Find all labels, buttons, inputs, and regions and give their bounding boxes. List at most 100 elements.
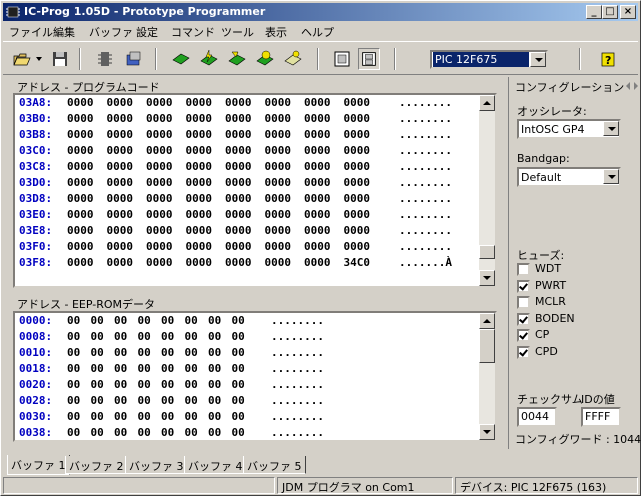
word-cell[interactable]: 0000 <box>146 224 173 237</box>
word-cell[interactable]: 0000 <box>304 144 331 157</box>
word-cell[interactable]: 0000 <box>344 128 371 141</box>
byte-cell[interactable]: 00 <box>114 426 127 439</box>
byte-cell[interactable]: 00 <box>185 330 198 343</box>
single-view-icon[interactable] <box>331 48 353 70</box>
byte-cell[interactable]: 00 <box>67 394 80 407</box>
minimize-button[interactable]: _ <box>586 5 602 19</box>
byte-cell[interactable]: 00 <box>208 410 221 423</box>
tab-buffer-3[interactable]: バッファ 3 <box>125 456 188 474</box>
menu-command[interactable]: コマンド <box>171 24 215 40</box>
tab-buffer-5[interactable]: バッファ 5 <box>243 456 306 474</box>
word-cell[interactable]: 0000 <box>146 208 173 221</box>
word-cell[interactable]: 0000 <box>225 160 252 173</box>
word-cell[interactable]: 0000 <box>146 160 173 173</box>
byte-cell[interactable]: 00 <box>232 394 245 407</box>
byte-cell[interactable]: 00 <box>232 362 245 375</box>
byte-cell[interactable]: 00 <box>232 314 245 327</box>
word-cell[interactable]: 0000 <box>146 256 173 269</box>
byte-cell[interactable]: 00 <box>114 410 127 423</box>
word-cell[interactable]: 0000 <box>344 144 371 157</box>
fuse-checkbox[interactable] <box>517 263 530 276</box>
tab-buffer-4[interactable]: バッファ 4 <box>184 456 247 474</box>
byte-cell[interactable]: 00 <box>161 330 174 343</box>
scroll-down-icon[interactable] <box>479 270 495 286</box>
word-cell[interactable]: 0000 <box>67 160 94 173</box>
fuse-label[interactable]: CP <box>535 328 549 341</box>
fuse-label[interactable]: WDT <box>535 262 561 275</box>
byte-cell[interactable]: 00 <box>161 378 174 391</box>
byte-cell[interactable]: 00 <box>114 314 127 327</box>
word-cell[interactable]: 0000 <box>265 240 292 253</box>
word-cell[interactable]: 0000 <box>265 160 292 173</box>
device-select[interactable]: PIC 12F675 <box>430 50 548 69</box>
byte-cell[interactable]: 00 <box>232 426 245 439</box>
fuse-label[interactable]: CPD <box>535 345 558 358</box>
word-cell[interactable]: 0000 <box>344 224 371 237</box>
byte-cell[interactable]: 00 <box>67 362 80 375</box>
word-cell[interactable]: 0000 <box>344 192 371 205</box>
byte-cell[interactable]: 00 <box>208 330 221 343</box>
byte-cell[interactable]: 00 <box>91 394 104 407</box>
word-cell[interactable]: 0000 <box>225 128 252 141</box>
byte-cell[interactable]: 00 <box>138 330 151 343</box>
chip-info-icon[interactable] <box>122 48 144 70</box>
word-cell[interactable]: 0000 <box>107 160 134 173</box>
byte-cell[interactable]: 00 <box>185 362 198 375</box>
byte-cell[interactable]: 00 <box>185 314 198 327</box>
blank-check-icon[interactable] <box>282 48 304 70</box>
read-device-icon[interactable] <box>170 48 192 70</box>
byte-cell[interactable]: 00 <box>67 426 80 439</box>
word-cell[interactable]: 0000 <box>344 160 371 173</box>
fuse-checkbox[interactable] <box>517 312 530 326</box>
word-cell[interactable]: 0000 <box>146 176 173 189</box>
byte-cell[interactable]: 00 <box>138 394 151 407</box>
word-cell[interactable]: 0000 <box>67 96 94 109</box>
word-cell[interactable]: 0000 <box>107 112 134 125</box>
byte-cell[interactable]: 00 <box>232 378 245 391</box>
byte-cell[interactable]: 00 <box>161 346 174 359</box>
word-cell[interactable]: 0000 <box>304 112 331 125</box>
byte-cell[interactable]: 00 <box>185 378 198 391</box>
byte-cell[interactable]: 00 <box>67 314 80 327</box>
byte-cell[interactable]: 00 <box>138 346 151 359</box>
byte-cell[interactable]: 00 <box>208 378 221 391</box>
byte-cell[interactable]: 00 <box>185 394 198 407</box>
word-cell[interactable]: 34C0 <box>344 256 371 269</box>
scroll-up-icon[interactable] <box>479 313 495 329</box>
program-code-grid[interactable]: 03A8: 0000 0000 0000 0000 0000 0000 0000 0000...… <box>13 93 497 288</box>
byte-cell[interactable]: 00 <box>67 346 80 359</box>
word-cell[interactable]: 0000 <box>304 96 331 109</box>
chevron-down-icon[interactable] <box>603 121 619 136</box>
word-cell[interactable]: 0000 <box>107 240 134 253</box>
byte-cell[interactable]: 00 <box>208 362 221 375</box>
byte-cell[interactable]: 00 <box>208 346 221 359</box>
word-cell[interactable]: 0000 <box>225 112 252 125</box>
word-cell[interactable]: 0000 <box>67 192 94 205</box>
eeprom-scrollbar[interactable] <box>479 313 495 440</box>
word-cell[interactable]: 0000 <box>265 144 292 157</box>
byte-cell[interactable]: 00 <box>138 410 151 423</box>
word-cell[interactable]: 0000 <box>107 176 134 189</box>
word-cell[interactable]: 0000 <box>225 208 252 221</box>
byte-cell[interactable]: 00 <box>67 378 80 391</box>
bandgap-select[interactable]: Default <box>517 167 621 187</box>
chip-read-icon[interactable] <box>94 48 116 70</box>
byte-cell[interactable]: 00 <box>138 426 151 439</box>
word-cell[interactable]: 0000 <box>304 128 331 141</box>
word-cell[interactable]: 0000 <box>186 208 213 221</box>
word-cell[interactable]: 0000 <box>304 224 331 237</box>
word-cell[interactable]: 0000 <box>67 128 94 141</box>
word-cell[interactable]: 0000 <box>107 256 134 269</box>
byte-cell[interactable]: 00 <box>232 410 245 423</box>
word-cell[interactable]: 0000 <box>146 112 173 125</box>
word-cell[interactable]: 0000 <box>107 224 134 237</box>
word-cell[interactable]: 0000 <box>265 96 292 109</box>
byte-cell[interactable]: 00 <box>91 330 104 343</box>
word-cell[interactable]: 0000 <box>186 128 213 141</box>
id-field[interactable]: FFFF <box>581 407 621 427</box>
program-code-scrollbar[interactable] <box>479 95 495 286</box>
byte-cell[interactable]: 00 <box>161 362 174 375</box>
maximize-button[interactable]: □ <box>602 5 618 19</box>
program-device-icon[interactable] <box>198 48 220 70</box>
word-cell[interactable]: 0000 <box>304 256 331 269</box>
